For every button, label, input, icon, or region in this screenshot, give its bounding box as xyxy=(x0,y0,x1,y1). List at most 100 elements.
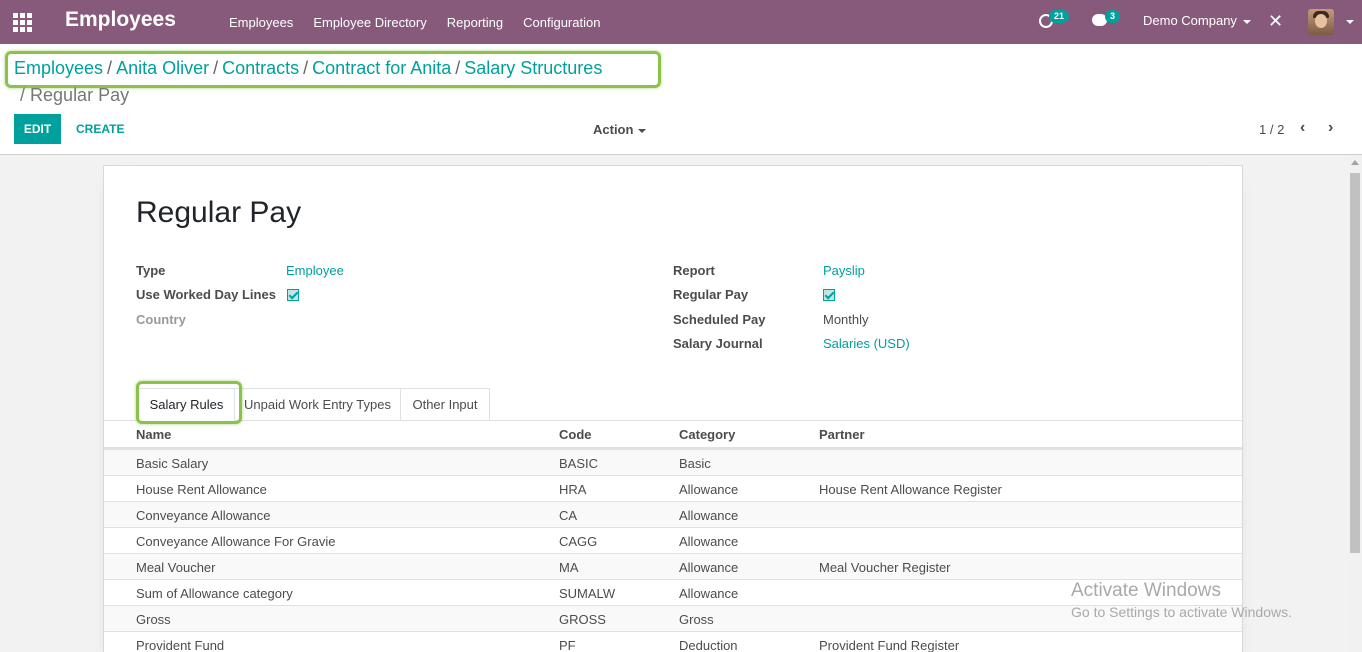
column-header-category[interactable]: Category xyxy=(679,427,735,442)
table-cell-code: BASIC xyxy=(559,456,599,471)
action-label: Action xyxy=(593,122,634,137)
breadcrumb-contract[interactable]: Contract for Anita xyxy=(312,58,451,78)
company-name: Demo Company xyxy=(1143,13,1237,28)
type-value[interactable]: Employee xyxy=(286,263,344,278)
table-row[interactable]: Conveyance Allowance For Gravie CAGG Allow… xyxy=(104,527,1242,553)
breadcrumb-contracts[interactable]: Contracts xyxy=(222,58,299,78)
table-cell-code: MA xyxy=(559,560,579,575)
table-header: Name Code Category Partner xyxy=(104,421,1242,449)
edit-button[interactable]: EDIT xyxy=(14,114,61,144)
form-sheet: Regular Pay Type Employee Use Worked Day… xyxy=(103,165,1243,652)
notebook-tabs: Salary Rules Unpaid Work Entry Types Oth… xyxy=(104,388,1242,421)
table-cell-name: Conveyance Allowance For Gravie xyxy=(136,534,336,549)
message-badge: 3 xyxy=(1105,10,1121,23)
page-title: Regular Pay xyxy=(136,196,302,229)
table-cell-category: Allowance xyxy=(679,560,739,575)
table-cell-name: Gross xyxy=(136,612,171,627)
table-cell-category: Deduction xyxy=(679,638,738,652)
table-cell-code: PF xyxy=(559,638,576,652)
table-cell-name: Sum of Allowance category xyxy=(136,586,293,601)
menu-configuration[interactable]: Configuration xyxy=(523,15,600,30)
control-panel: Employees / Anita Oliver / Contracts / Contrac… xyxy=(0,44,1362,155)
breadcrumb-separator: / xyxy=(107,58,113,78)
table-cell-partner: House Rent Allowance Register xyxy=(819,482,1002,497)
worked-day-checkbox[interactable] xyxy=(287,289,299,301)
column-header-name[interactable]: Name xyxy=(136,427,171,442)
table-cell-code: CA xyxy=(559,508,578,523)
user-avatar[interactable] xyxy=(1308,9,1334,35)
table-cell-category: Basic xyxy=(679,456,711,471)
breadcrumb-employee[interactable]: Anita Oliver xyxy=(116,58,209,78)
tab-unpaid-work-entry-types[interactable]: Unpaid Work Entry Types xyxy=(234,388,401,421)
menu-employees[interactable]: Employees xyxy=(229,15,293,30)
table-row[interactable]: Provident Fund PF Deduction Provident Fund … xyxy=(104,631,1242,652)
chevron-left-icon[interactable]: ‹ xyxy=(1300,120,1305,136)
table-cell-partner: Meal Voucher Register xyxy=(819,560,951,575)
table-cell-category: Allowance xyxy=(679,482,739,497)
table-cell-code: CAGG xyxy=(559,534,598,549)
breadcrumb-separator: / xyxy=(455,58,461,78)
company-switcher[interactable]: Demo Company xyxy=(1143,13,1251,28)
breadcrumb-separator: / xyxy=(213,58,219,78)
debug-tools-icon[interactable]: ✕ xyxy=(1268,12,1283,30)
table-cell-name: House Rent Allowance xyxy=(136,482,267,497)
table-cell-category: Allowance xyxy=(679,534,739,549)
regular-pay-checkbox[interactable] xyxy=(823,289,835,301)
top-navbar: Employees Employees Employee Directory R… xyxy=(0,0,1362,44)
chevron-down-icon xyxy=(638,128,647,133)
table-cell-category: Allowance xyxy=(679,508,739,523)
table-cell-name: Basic Salary xyxy=(136,456,209,471)
table-cell-code: SUMALW xyxy=(559,586,616,601)
table-cell-name: Meal Voucher xyxy=(136,560,216,575)
user-menu-chevron-icon[interactable] xyxy=(1346,20,1354,24)
breadcrumb-current: / Regular Pay xyxy=(20,85,129,106)
regular-pay-label: Regular Pay xyxy=(673,287,749,302)
watermark-title: Activate Windows xyxy=(1071,580,1221,601)
scrollbar[interactable] xyxy=(1348,155,1362,652)
menu-reporting[interactable]: Reporting xyxy=(447,15,503,30)
salary-journal-value[interactable]: Salaries (USD) xyxy=(823,336,910,351)
windows-watermark: Activate Windows Go to Settings to activ… xyxy=(1071,580,1292,620)
watermark-subtitle: Go to Settings to activate Windows. xyxy=(1071,604,1292,620)
table-row[interactable]: Conveyance Allowance CA Allowance xyxy=(104,501,1242,527)
table-cell-code: GROSS xyxy=(559,612,606,627)
breadcrumb-current-label: Regular Pay xyxy=(30,85,130,105)
table-row[interactable]: House Rent Allowance HRA Allowance House Re… xyxy=(104,475,1242,501)
table-row[interactable]: Basic Salary BASIC Basic xyxy=(104,449,1242,475)
table-cell-name: Provident Fund xyxy=(136,638,225,652)
action-dropdown[interactable]: Action xyxy=(593,122,647,137)
app-brand[interactable]: Employees xyxy=(65,8,176,32)
scheduled-pay-value: Monthly xyxy=(823,312,869,327)
activity-badge: 21 xyxy=(1049,10,1070,23)
breadcrumb-separator: / xyxy=(303,58,309,78)
report-label: Report xyxy=(673,263,715,278)
pager-value[interactable]: 1 / 2 xyxy=(1259,122,1284,137)
main-menu: Employees Employee Directory Reporting C… xyxy=(229,0,620,44)
table-cell-name: Conveyance Allowance xyxy=(136,508,271,523)
table-cell-category: Gross xyxy=(679,612,714,627)
column-header-partner[interactable]: Partner xyxy=(819,427,865,442)
create-button[interactable]: CREATE xyxy=(76,114,124,144)
table-row[interactable]: Meal Voucher MA Allowance Meal Voucher Regi… xyxy=(104,553,1242,579)
type-label: Type xyxy=(136,263,166,278)
breadcrumb-separator: / xyxy=(20,85,26,105)
country-label: Country xyxy=(136,312,186,327)
scroll-up-icon[interactable] xyxy=(1351,160,1359,165)
tab-other-input[interactable]: Other Input xyxy=(400,388,490,421)
worked-day-label: Use Worked Day Lines xyxy=(136,287,276,302)
report-value[interactable]: Payslip xyxy=(823,263,865,278)
salary-journal-label: Salary Journal xyxy=(673,336,763,351)
activity-button[interactable]: 21 xyxy=(1039,10,1070,28)
table-cell-partner: Provident Fund Register xyxy=(819,638,960,652)
breadcrumb-employees[interactable]: Employees xyxy=(14,58,103,78)
column-header-code[interactable]: Code xyxy=(559,427,592,442)
table-cell-category: Allowance xyxy=(679,586,739,601)
scroll-thumb[interactable] xyxy=(1350,173,1360,553)
chevron-down-icon xyxy=(1242,19,1251,24)
chevron-right-icon[interactable]: › xyxy=(1328,120,1333,136)
menu-employee-directory[interactable]: Employee Directory xyxy=(313,15,426,30)
tab-salary-rules[interactable]: Salary Rules xyxy=(138,388,235,421)
table-cell-code: HRA xyxy=(559,482,587,497)
apps-menu-icon[interactable] xyxy=(13,13,32,32)
breadcrumb-salary-structures[interactable]: Salary Structures xyxy=(464,58,602,78)
